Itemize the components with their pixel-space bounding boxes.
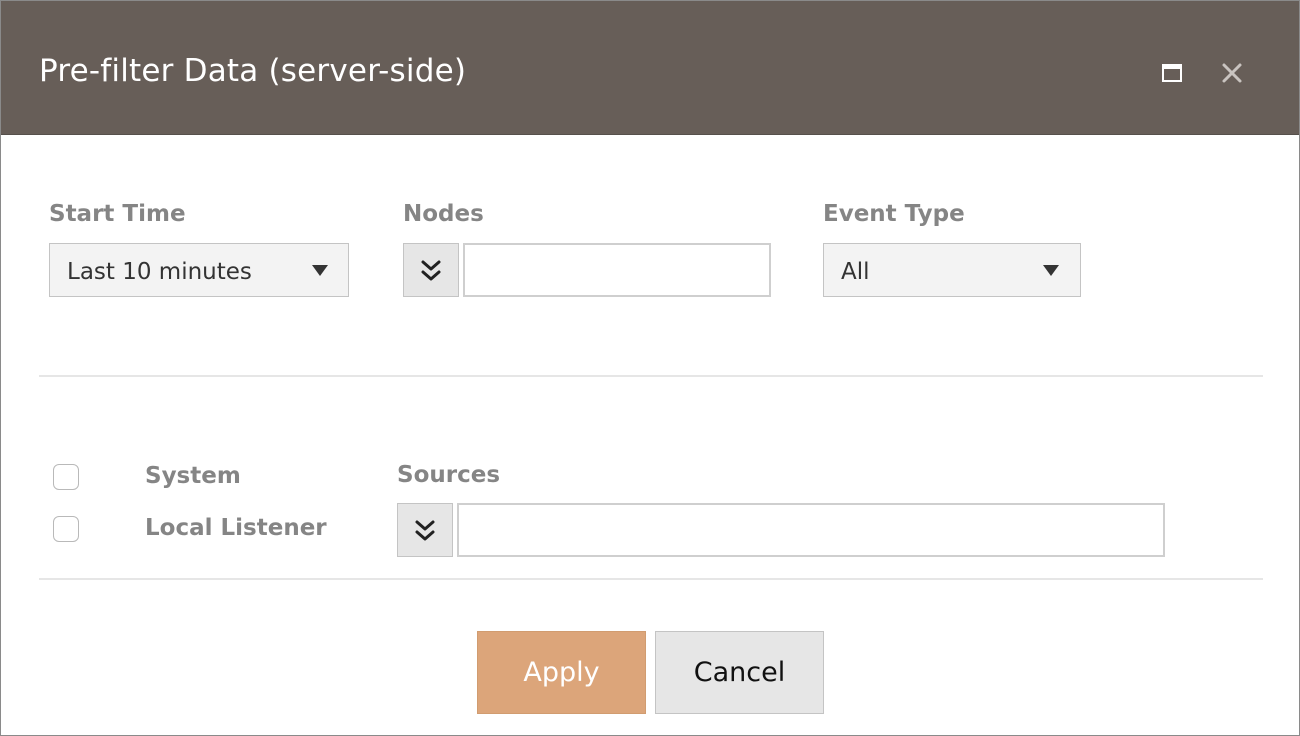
section-divider xyxy=(39,375,1263,377)
close-icon xyxy=(1222,63,1242,83)
maximize-icon xyxy=(1162,64,1182,82)
local-listener-label: Local Listener xyxy=(145,515,327,541)
event-type-value: All xyxy=(841,259,870,285)
event-type-select[interactable]: All xyxy=(823,243,1081,297)
nodes-input[interactable] xyxy=(463,243,771,297)
maximize-button[interactable] xyxy=(1152,53,1192,93)
dropdown-arrow-icon xyxy=(1043,265,1059,276)
system-label: System xyxy=(145,463,241,489)
double-chevron-down-icon xyxy=(421,260,441,281)
sources-expand-button[interactable] xyxy=(397,503,453,557)
apply-button[interactable]: Apply xyxy=(477,631,646,714)
close-button[interactable] xyxy=(1212,53,1252,93)
nodes-expand-button[interactable] xyxy=(403,243,459,297)
event-type-label: Event Type xyxy=(823,201,965,227)
pre-filter-dialog: Pre-filter Data (server-side) Start Time… xyxy=(0,0,1300,736)
sources-label: Sources xyxy=(397,462,501,488)
start-time-value: Last 10 minutes xyxy=(67,259,252,285)
cancel-button[interactable]: Cancel xyxy=(655,631,824,714)
dialog-titlebar: Pre-filter Data (server-side) xyxy=(1,1,1299,135)
double-chevron-down-icon xyxy=(415,520,435,541)
start-time-label: Start Time xyxy=(49,201,186,227)
start-time-select[interactable]: Last 10 minutes xyxy=(49,243,349,297)
nodes-label: Nodes xyxy=(403,201,484,227)
local-listener-checkbox[interactable] xyxy=(53,516,79,542)
footer-divider xyxy=(39,578,1263,580)
dropdown-arrow-icon xyxy=(312,265,328,276)
dialog-title: Pre-filter Data (server-side) xyxy=(39,53,467,89)
sources-input[interactable] xyxy=(457,503,1165,557)
system-checkbox[interactable] xyxy=(53,464,79,490)
